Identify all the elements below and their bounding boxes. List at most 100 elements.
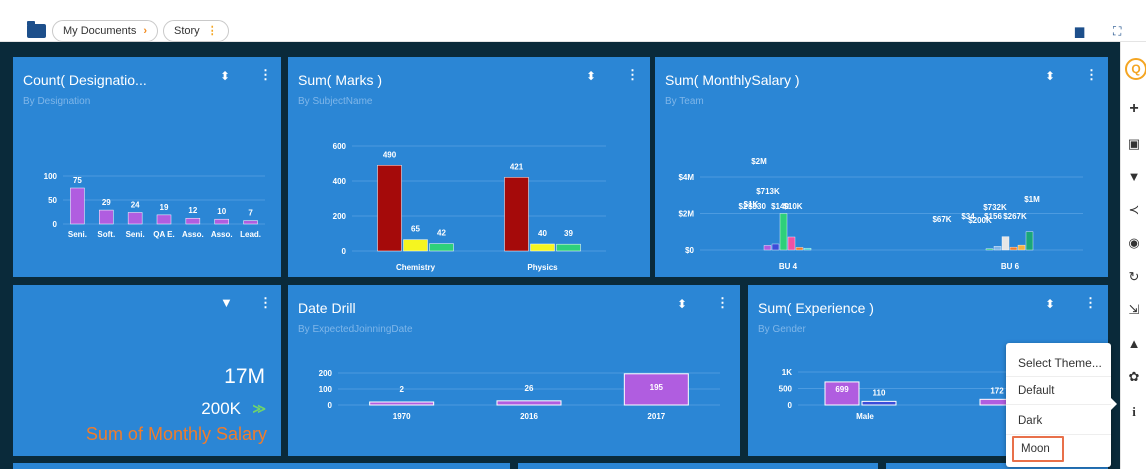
date-bar-chart: 0 100 200 2 1970 26 2016 195 2017 (319, 369, 720, 421)
y-tick-label: 0 (342, 247, 347, 256)
bar (985, 248, 994, 251)
data-label: 26 (525, 384, 534, 393)
y-tick-label: $2M (678, 210, 694, 219)
panel-designation[interactable]: Count( Designatio... By Designation ⬍ ⋮ … (13, 57, 281, 277)
share-icon[interactable]: ≺ (1121, 202, 1146, 218)
kpi-sub-value: 200K (201, 399, 241, 418)
kebab-menu-icon[interactable]: ⋮ (259, 295, 272, 311)
bar (1001, 236, 1010, 251)
x-tick-label: 2017 (647, 412, 665, 421)
dashboard-canvas: Count( Designatio... By Designation ⬍ ⋮ … (0, 42, 1120, 469)
data-label: 172 (990, 386, 1004, 395)
filter-icon[interactable]: ▼ (220, 295, 233, 310)
bar (429, 243, 454, 252)
y-tick-label: 1K (782, 368, 792, 377)
settings-icon[interactable]: ✿ (1121, 369, 1146, 385)
data-label: 42 (437, 229, 446, 238)
bar (1009, 246, 1018, 251)
data-label: 2 (399, 385, 404, 394)
salary-bar-chart: $0$2M$4MBU 4 BU 6$2M$713K$2 $330$1K $140$10… (678, 157, 1083, 271)
x-tick-label: Seni. (68, 230, 87, 239)
data-label: $156 (984, 212, 1002, 221)
panel-partial (518, 463, 878, 469)
bar (99, 209, 114, 225)
add-icon[interactable]: + (1121, 100, 1146, 118)
x-tick-label: Seni. (126, 230, 145, 239)
x-tick-label: 1970 (393, 412, 411, 421)
panel-date-drill[interactable]: Date Drill By ExpectedJoinningDate ⬍ ⋮ 0… (288, 285, 740, 456)
designation-bar-chart: 0 50 100 75 Seni. 29 Soft. 24 Seni. 19 QA E. 12 Asso… (44, 172, 265, 239)
kpi-value: 17M (224, 365, 265, 388)
theme-menu-title: Select Theme... (1006, 349, 1111, 377)
theme-option-dark[interactable]: Dark (1006, 407, 1111, 435)
export-icon[interactable]: ⇲ (1121, 302, 1146, 318)
theme-option-moon[interactable]: Moon (1012, 436, 1064, 462)
x-tick-label: Lead. (240, 230, 261, 239)
bar (530, 243, 555, 252)
theme-option-default[interactable]: Default (1006, 377, 1111, 405)
y-tick-label: 0 (53, 220, 58, 229)
bar (70, 187, 85, 225)
data-label: $713K (756, 187, 780, 196)
data-label: 29 (102, 198, 111, 207)
data-label: 7 (248, 209, 253, 218)
y-tick-label: 0 (328, 401, 333, 410)
breadcrumb-label: My Documents (63, 25, 137, 37)
bar (1017, 244, 1026, 251)
data-label: 195 (650, 383, 664, 392)
folder-icon[interactable] (27, 21, 46, 38)
theme-menu: Select Theme... Default Dark Moon (1006, 343, 1117, 467)
bar (214, 218, 229, 225)
preview-icon[interactable]: ◉ (1121, 235, 1146, 251)
bar (243, 220, 258, 225)
breadcrumb-my-documents[interactable]: My Documents › (52, 20, 159, 42)
y-tick-label: 200 (319, 369, 333, 378)
save-icon[interactable]: ▣ (1121, 136, 1146, 152)
filter-icon[interactable]: ▼ (1121, 169, 1146, 184)
refresh-icon[interactable]: ↻ (1121, 269, 1146, 285)
x-tick-label: Asso. (182, 230, 204, 239)
data-label: 65 (411, 225, 420, 234)
panel-salary[interactable]: Sum( MonthlySalary ) By Team ⬍ ⋮ $0 $2M $4… (655, 57, 1108, 277)
trend-up-icon: ≫ (252, 401, 266, 416)
x-tick-label: Asso. (211, 230, 233, 239)
x-tick-label: Chemistry (396, 263, 436, 272)
y-tick-label: 400 (333, 177, 347, 186)
data-label: 19 (160, 203, 169, 212)
y-tick-label: 200 (333, 212, 347, 221)
search-icon[interactable]: Q (1125, 58, 1146, 80)
data-label: $732K (983, 203, 1007, 212)
panel-partial (13, 463, 510, 469)
data-label: $34 (961, 212, 975, 221)
bar (803, 247, 812, 251)
data-label: 10 (217, 207, 226, 216)
notification-icon[interactable]: ▲ (1121, 336, 1146, 351)
data-label: $2M (751, 157, 767, 166)
top-toolbar: My Documents › Story ⋮ ▆ ⛶ (0, 0, 1146, 42)
info-icon[interactable]: i (1121, 404, 1146, 420)
bar (496, 400, 562, 406)
comment-icon[interactable]: ▆ (1075, 24, 1084, 38)
bar (795, 247, 804, 251)
bar (156, 214, 172, 225)
y-tick-label: 500 (779, 385, 793, 394)
bar (787, 236, 796, 251)
kebab-menu-icon[interactable]: ⋮ (207, 25, 218, 37)
data-label: 421 (510, 162, 524, 171)
x-tick-label: QA E. (153, 230, 174, 239)
bar (1025, 231, 1034, 251)
panel-kpi[interactable]: ▼ ⋮ 17M 200K ≫ Sum of Monthly Salary (13, 285, 281, 456)
data-label: $1M (1024, 195, 1040, 204)
data-label: 24 (131, 200, 140, 209)
kpi-label: Sum of Monthly Salary (85, 424, 267, 444)
expand-icon[interactable]: ⛶ (1113, 24, 1121, 39)
bar (185, 217, 201, 225)
breadcrumb-story[interactable]: Story ⋮ (163, 20, 229, 42)
panel-marks[interactable]: Sum( Marks ) By SubjectName ⬍ ⋮ 0 200 400 6… (288, 57, 650, 277)
bar (504, 177, 529, 252)
y-tick-label: $4M (678, 173, 694, 182)
marks-bar-chart: 0 200 400 600 490 65 42 Chemistry 421 40 39 Physics (333, 142, 606, 272)
y-tick-label: 50 (48, 196, 57, 205)
y-tick-label: 100 (319, 385, 333, 394)
data-label: $67K (932, 215, 951, 224)
